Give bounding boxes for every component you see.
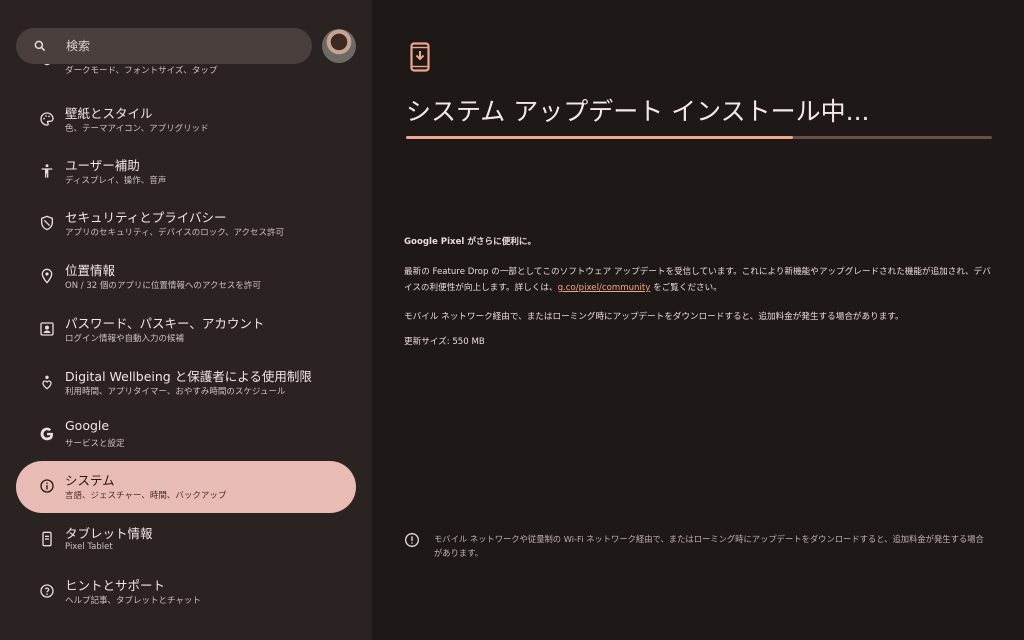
sidebar-item-subtitle: 言語、ジェスチャー、時間、バックアップ — [65, 491, 227, 501]
sidebar-item-google[interactable]: Google サービスと設定 — [16, 409, 356, 461]
info-icon — [38, 477, 56, 495]
sidebar-item-subtitle: ヘルプ記事、タブレットとチャット — [65, 596, 201, 606]
location-pin-icon — [38, 267, 56, 285]
tablet-icon — [38, 530, 56, 548]
sidebar-item-subtitle: アプリのセキュリティ、デバイスのロック、アクセス許可 — [65, 228, 285, 238]
sidebar-item-title: セキュリティとプライバシー — [65, 210, 227, 225]
mobile-charges-note: モバイル ネットワーク経由で、またはローミング時にアップデートをダウンロードする… — [404, 312, 904, 322]
sidebar-item-title: Google — [65, 418, 110, 433]
google-g-icon — [38, 425, 56, 443]
search-input[interactable] — [64, 38, 288, 54]
sidebar-item-subtitle: ダークモード、フォントサイズ、タップ — [65, 66, 218, 76]
sidebar-item-tablet-info[interactable]: タブレット情報 Pixel Tablet — [16, 514, 356, 566]
settings-sidebar: ダークモード、フォントサイズ、タップ 壁紙とスタイル 色、テーマアイコン、アプリ… — [0, 0, 372, 640]
sidebar-item-digital-wellbeing[interactable]: Digital Wellbeing と保護者による使用制限 利用時間、アプリタイ… — [16, 357, 356, 409]
account-box-icon — [38, 320, 56, 338]
info-icon — [404, 532, 420, 548]
security-shield-icon — [38, 214, 56, 232]
sidebar-item-accessibility[interactable]: ユーザー補助 ディスプレイ、操作、音声 — [16, 146, 356, 198]
sidebar-item-system[interactable]: システム 言語、ジェスチャー、時間、バックアップ — [16, 461, 356, 513]
system-update-icon — [410, 42, 430, 72]
description-text-end: をご覧ください。 — [650, 283, 722, 293]
sidebar-item-title: タブレット情報 — [65, 526, 153, 541]
sidebar-item-passwords-accounts[interactable]: パスワード、パスキー、アカウント ログイン情報や自動入力の候補 — [16, 304, 356, 356]
palette-icon — [38, 110, 56, 128]
search-bar[interactable] — [16, 28, 312, 64]
wellbeing-icon — [38, 373, 56, 391]
sidebar-item-title: ヒントとサポート — [65, 578, 166, 593]
settings-app: ダークモード、フォントサイズ、タップ 壁紙とスタイル 色、テーマアイコン、アプリ… — [0, 0, 1024, 640]
accessibility-icon — [38, 162, 56, 180]
page-title: システム アップデート インストール中... — [406, 97, 870, 126]
sidebar-item-location[interactable]: 位置情報 ON / 32 個のアプリに位置情報へのアクセスを許可 — [16, 251, 356, 303]
headline-text: Google Pixel がさらに便利に。 — [404, 237, 537, 247]
sidebar-item-subtitle: サービスと設定 — [65, 439, 125, 449]
update-description: 最新の Feature Drop の一部としてこのソフトウェア アップデートを受… — [404, 264, 994, 296]
footer-note-text: モバイル ネットワークや従量制の Wi-Fi ネットワーク経由で、またはローミン… — [434, 534, 984, 558]
sidebar-item-security-privacy[interactable]: セキュリティとプライバシー アプリのセキュリティ、デバイスのロック、アクセス許可 — [16, 198, 356, 250]
sidebar-item-subtitle: ディスプレイ、操作、音声 — [65, 176, 167, 186]
sidebar-item-title: 位置情報 — [65, 263, 116, 278]
sidebar-item-title: パスワード、パスキー、アカウント — [65, 316, 265, 331]
sidebar-item-subtitle: 色、テーマアイコン、アプリグリッド — [65, 124, 209, 134]
search-icon — [32, 38, 48, 54]
help-icon — [38, 582, 56, 600]
sidebar-item-title: 壁紙とスタイル — [65, 106, 153, 121]
sidebar-item-tips-support[interactable]: ヒントとサポート ヘルプ記事、タブレットとチャット — [16, 566, 356, 618]
update-headline: Google Pixel がさらに便利に。 — [404, 234, 994, 250]
avatar[interactable] — [322, 29, 356, 63]
sidebar-item-subtitle: 利用時間、アプリタイマー、おやすみ時間のスケジュール — [65, 387, 286, 397]
sidebar-item-subtitle: Pixel Tablet — [65, 542, 113, 552]
update-size: 更新サイズ: 550 MB — [404, 337, 485, 347]
community-link[interactable]: g.co/pixel/community — [558, 283, 651, 293]
sidebar-item-title: システム — [65, 473, 115, 488]
sidebar-item-title: Digital Wellbeing と保護者による使用制限 — [65, 369, 312, 384]
sidebar-item-title: ユーザー補助 — [65, 158, 140, 173]
update-progress-fill — [406, 136, 793, 139]
sidebar-item-subtitle: ログイン情報や自動入力の候補 — [65, 334, 185, 344]
sidebar-item-wallpaper-style[interactable]: 壁紙とスタイル 色、テーマアイコン、アプリグリッド — [16, 94, 356, 146]
sidebar-item-subtitle: ON / 32 個のアプリに位置情報へのアクセスを許可 — [65, 281, 261, 291]
update-progress-bar — [406, 136, 992, 139]
